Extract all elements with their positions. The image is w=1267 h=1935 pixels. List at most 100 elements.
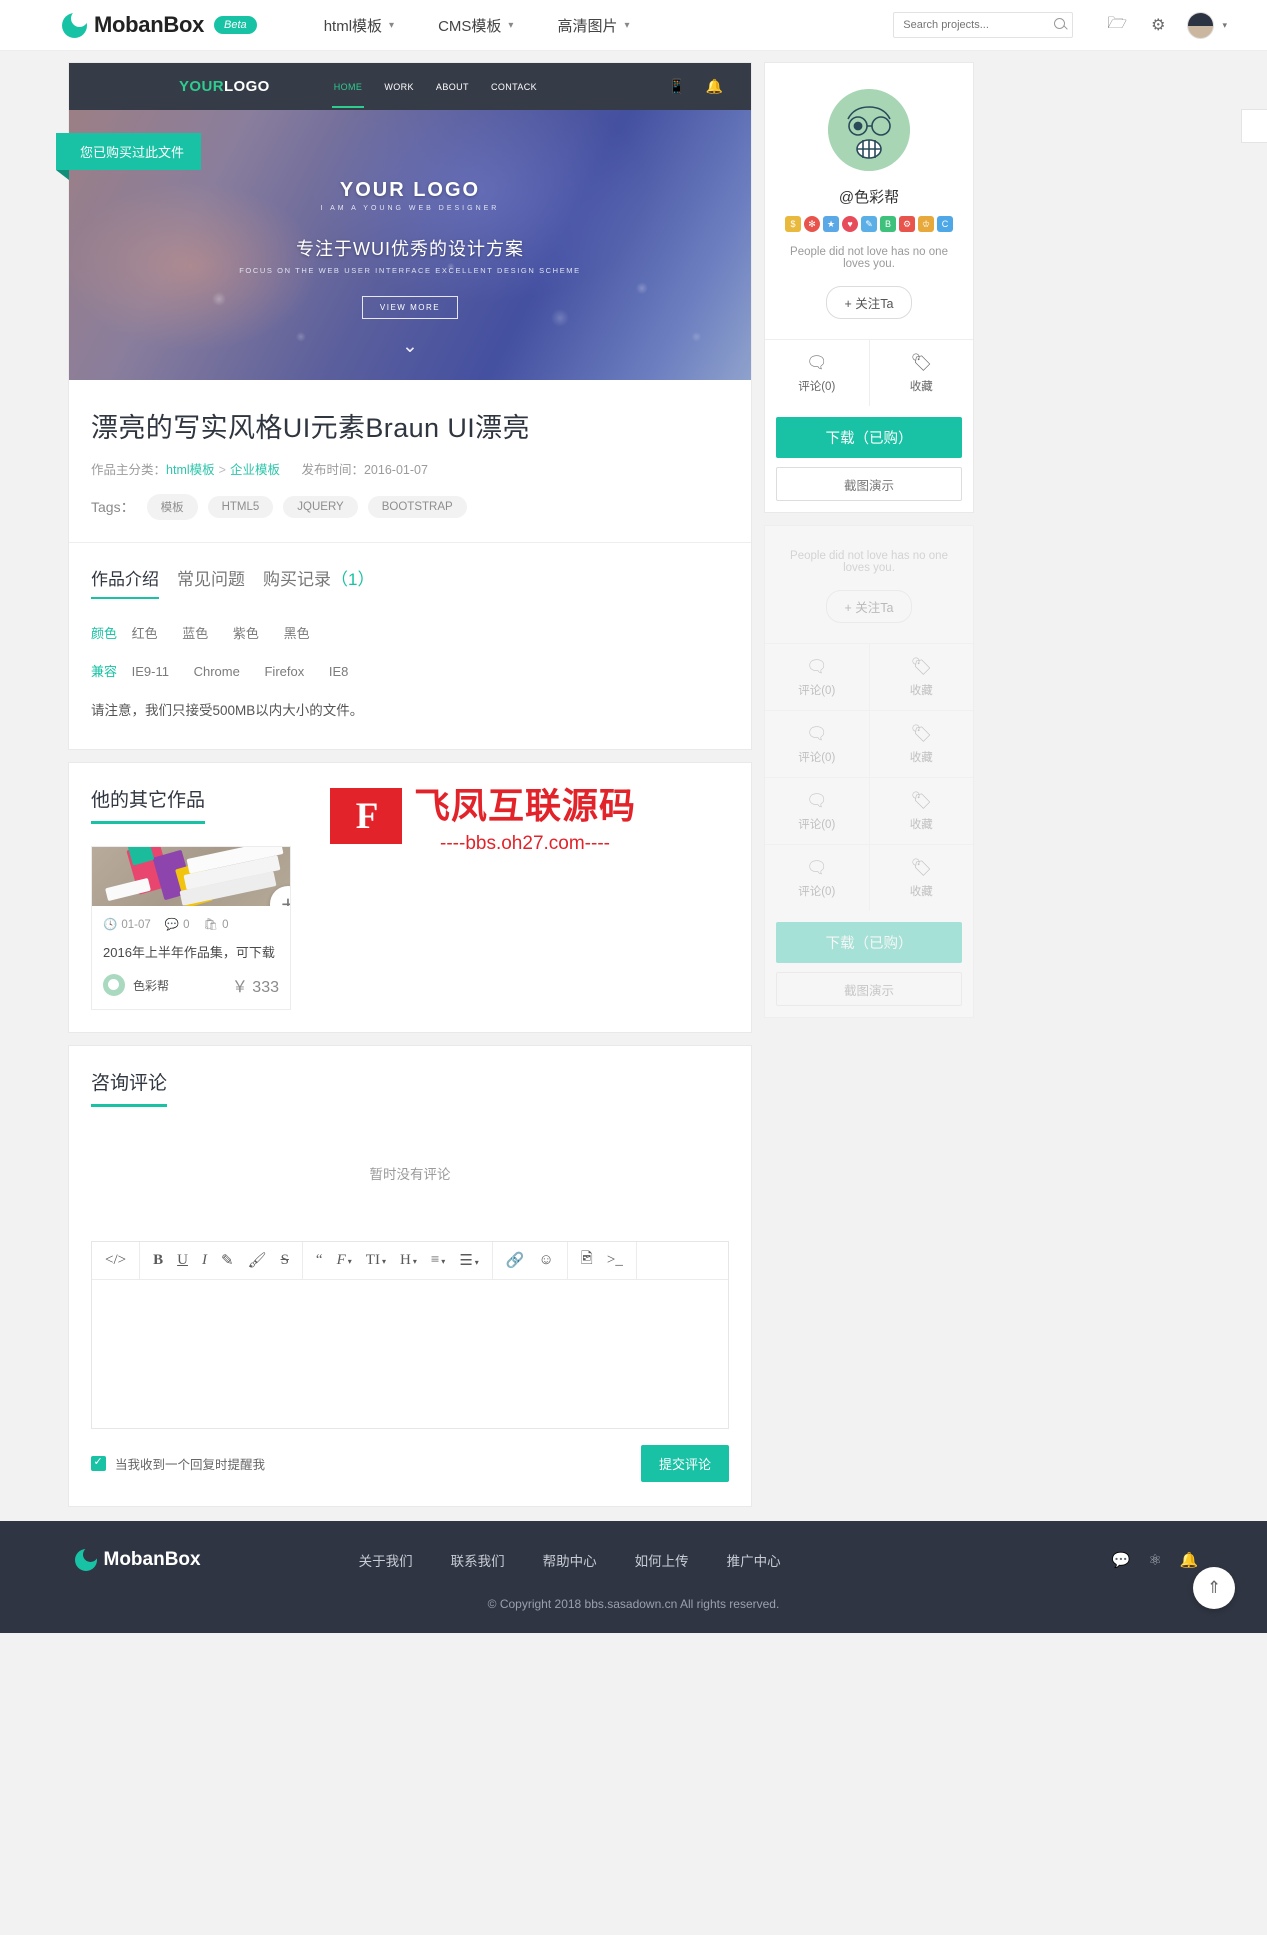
- tag-icon: 🏷: [910, 353, 933, 372]
- nav-item-html-templates[interactable]: html模板 ▾: [302, 15, 416, 36]
- comment-textarea[interactable]: [92, 1280, 728, 1428]
- author-slogan: People did not love has no one loves you…: [790, 550, 948, 574]
- comment-icon: 🗨: [805, 353, 828, 372]
- favorite-action[interactable]: 🏷 收藏: [868, 644, 974, 710]
- footer-link-about[interactable]: 关于我们: [359, 1550, 413, 1570]
- comment-action[interactable]: 🗨 评论(0): [765, 845, 869, 911]
- favorite-action-label: 收藏: [909, 886, 933, 898]
- tab-faq[interactable]: 常见问题: [177, 565, 245, 599]
- demo-button[interactable]: 截图演示: [776, 467, 962, 501]
- weibo-icon[interactable]: ⚛: [1148, 1551, 1161, 1569]
- favorite-action[interactable]: 🏷 收藏: [868, 340, 974, 406]
- publish-label: 发布时间：: [301, 463, 364, 477]
- add-to-collection-button[interactable]: +: [270, 886, 290, 906]
- follow-button[interactable]: + 关注Ta: [825, 590, 913, 623]
- link-icon[interactable]: 🔗: [499, 1251, 532, 1270]
- font-family-icon[interactable]: F ▾: [330, 1252, 359, 1269]
- author-username[interactable]: @色彩帮: [777, 186, 961, 207]
- tag-item[interactable]: JQUERY: [283, 496, 358, 518]
- work-card[interactable]: + 🕓 01-07 💬 0 🛍 0 2016年上半年作品集，可下载 色彩帮 ￥ …: [91, 846, 291, 1010]
- search-input[interactable]: [893, 12, 1074, 38]
- category-link-1[interactable]: html模板: [166, 463, 215, 477]
- footer-link-promotion[interactable]: 推广中心: [727, 1550, 781, 1570]
- comment-icon: 🗨: [805, 858, 828, 877]
- footer-link-upload[interactable]: 如何上传: [635, 1550, 689, 1570]
- tag-icon: 🏷: [910, 724, 933, 743]
- demo-button[interactable]: 截图演示: [776, 972, 962, 1006]
- quote-icon[interactable]: “: [309, 1252, 330, 1269]
- source-code-icon[interactable]: </>: [98, 1252, 133, 1269]
- nav-item-cms-templates[interactable]: CMS模板 ▾: [416, 15, 535, 36]
- folder-icon[interactable]: 🗁: [1107, 12, 1127, 39]
- notify-checkbox[interactable]: [91, 1455, 106, 1471]
- other-works-title: 他的其它作品: [91, 785, 206, 824]
- upload-note: 请注意，我们只接受500MB以内大小的文件。: [91, 703, 364, 718]
- avatar[interactable]: [103, 974, 125, 996]
- comment-icon: 🗨: [805, 657, 828, 676]
- underline-icon[interactable]: U: [170, 1252, 195, 1269]
- work-downloads-value: 0: [222, 919, 229, 931]
- comment-action[interactable]: 🗨 评论(0): [765, 340, 869, 406]
- footer-link-contact[interactable]: 联系我们: [451, 1550, 505, 1570]
- favorite-action[interactable]: 🏷 收藏: [868, 845, 974, 911]
- gear-icon[interactable]: ⚙: [1151, 15, 1165, 35]
- compat-value: Firefox: [264, 664, 305, 679]
- tag-item[interactable]: 模板: [146, 494, 198, 520]
- comment-action[interactable]: 🗨 评论(0): [765, 778, 869, 844]
- detail-tabs: 作品介绍 常见问题 购买记录（1）: [69, 543, 751, 599]
- main-column: 您已购买过此文件 YOURLOGO HOME WORK ABOUT CONTAC…: [56, 62, 752, 1507]
- italic-icon[interactable]: I: [195, 1252, 214, 1269]
- brand-logo[interactable]: MobanBox Beta: [62, 9, 257, 38]
- favorite-action[interactable]: 🏷 收藏: [868, 711, 974, 777]
- heading-icon[interactable]: H ▾: [393, 1252, 424, 1269]
- work-author[interactable]: 色彩帮: [133, 977, 169, 994]
- category-link-2[interactable]: 企业模板: [230, 463, 280, 477]
- avatar[interactable]: [1187, 11, 1215, 39]
- list-icon[interactable]: ≡ ▾: [424, 1252, 452, 1269]
- emoji-icon[interactable]: ☺: [531, 1252, 560, 1269]
- comment-action[interactable]: 🗨 评论(0): [765, 711, 869, 777]
- nav-item-hd-images[interactable]: 高清图片 ▾: [535, 15, 651, 36]
- comment-action-label: 评论(0): [798, 819, 836, 831]
- font-size-icon[interactable]: TI ▾: [359, 1252, 393, 1269]
- comment-action[interactable]: 🗨 评论(0): [765, 644, 869, 710]
- download-button[interactable]: 下载（已购）: [776, 417, 962, 458]
- follow-button[interactable]: + 关注Ta: [825, 286, 913, 319]
- tab-purchase-records[interactable]: 购买记录（1）: [263, 565, 374, 599]
- strikethrough-icon[interactable]: S: [274, 1252, 296, 1269]
- work-title[interactable]: 2016年上半年作品集，可下载: [103, 942, 279, 961]
- tag-item[interactable]: HTML5: [207, 496, 274, 518]
- align-icon[interactable]: ☰ ▾: [452, 1251, 485, 1270]
- bold-icon[interactable]: B: [146, 1252, 170, 1269]
- favorite-action[interactable]: 🏷 收藏: [868, 778, 974, 844]
- pen-icon[interactable]: ✎: [214, 1251, 241, 1270]
- wechat-icon[interactable]: 💬: [1112, 1551, 1131, 1569]
- work-date-value: 01-07: [121, 919, 151, 931]
- template-logo-white: LOGO: [223, 78, 270, 95]
- publish-date: 2016-01-07: [363, 463, 428, 477]
- main-menu: html模板 ▾ CMS模板 ▾ 高清图片 ▾: [302, 15, 652, 36]
- tag-item[interactable]: BOOTSTRAP: [367, 496, 467, 518]
- download-button[interactable]: 下载（已购）: [776, 922, 962, 963]
- footer-links: 关于我们 联系我们 帮助中心 如何上传 推广中心: [359, 1550, 781, 1570]
- favorite-action-label: 收藏: [909, 752, 933, 764]
- tab-introduction[interactable]: 作品介绍: [91, 565, 159, 599]
- footer-link-help[interactable]: 帮助中心: [543, 1550, 597, 1570]
- side-float-panel[interactable]: [1241, 109, 1267, 143]
- avatar[interactable]: [828, 89, 910, 171]
- submit-comment-button[interactable]: 提交评论: [640, 1445, 729, 1482]
- beta-badge: Beta: [214, 16, 257, 34]
- to-top-button[interactable]: ⇑: [1193, 1567, 1235, 1609]
- chevron-down-icon[interactable]: ▾: [1222, 20, 1227, 31]
- footer: MobanBox 关于我们 联系我们 帮助中心 如何上传 推广中心 💬 ⚛ 🔔 …: [0, 1521, 1267, 1633]
- project-preview: 您已购买过此文件 YOURLOGO HOME WORK ABOUT CONTAC…: [56, 62, 752, 750]
- brush-icon[interactable]: 🖌: [241, 1251, 274, 1270]
- image-icon[interactable]: 🖻: [574, 1248, 600, 1273]
- search-icon[interactable]: [1054, 18, 1066, 29]
- compat-value: IE8: [328, 664, 349, 679]
- badge-icon: B: [880, 216, 896, 232]
- avatar-face-icon: [828, 89, 910, 171]
- bell-icon[interactable]: 🔔: [1180, 1551, 1199, 1569]
- footer-brand[interactable]: MobanBox: [74, 1547, 201, 1571]
- code-block-icon[interactable]: >_: [600, 1252, 630, 1269]
